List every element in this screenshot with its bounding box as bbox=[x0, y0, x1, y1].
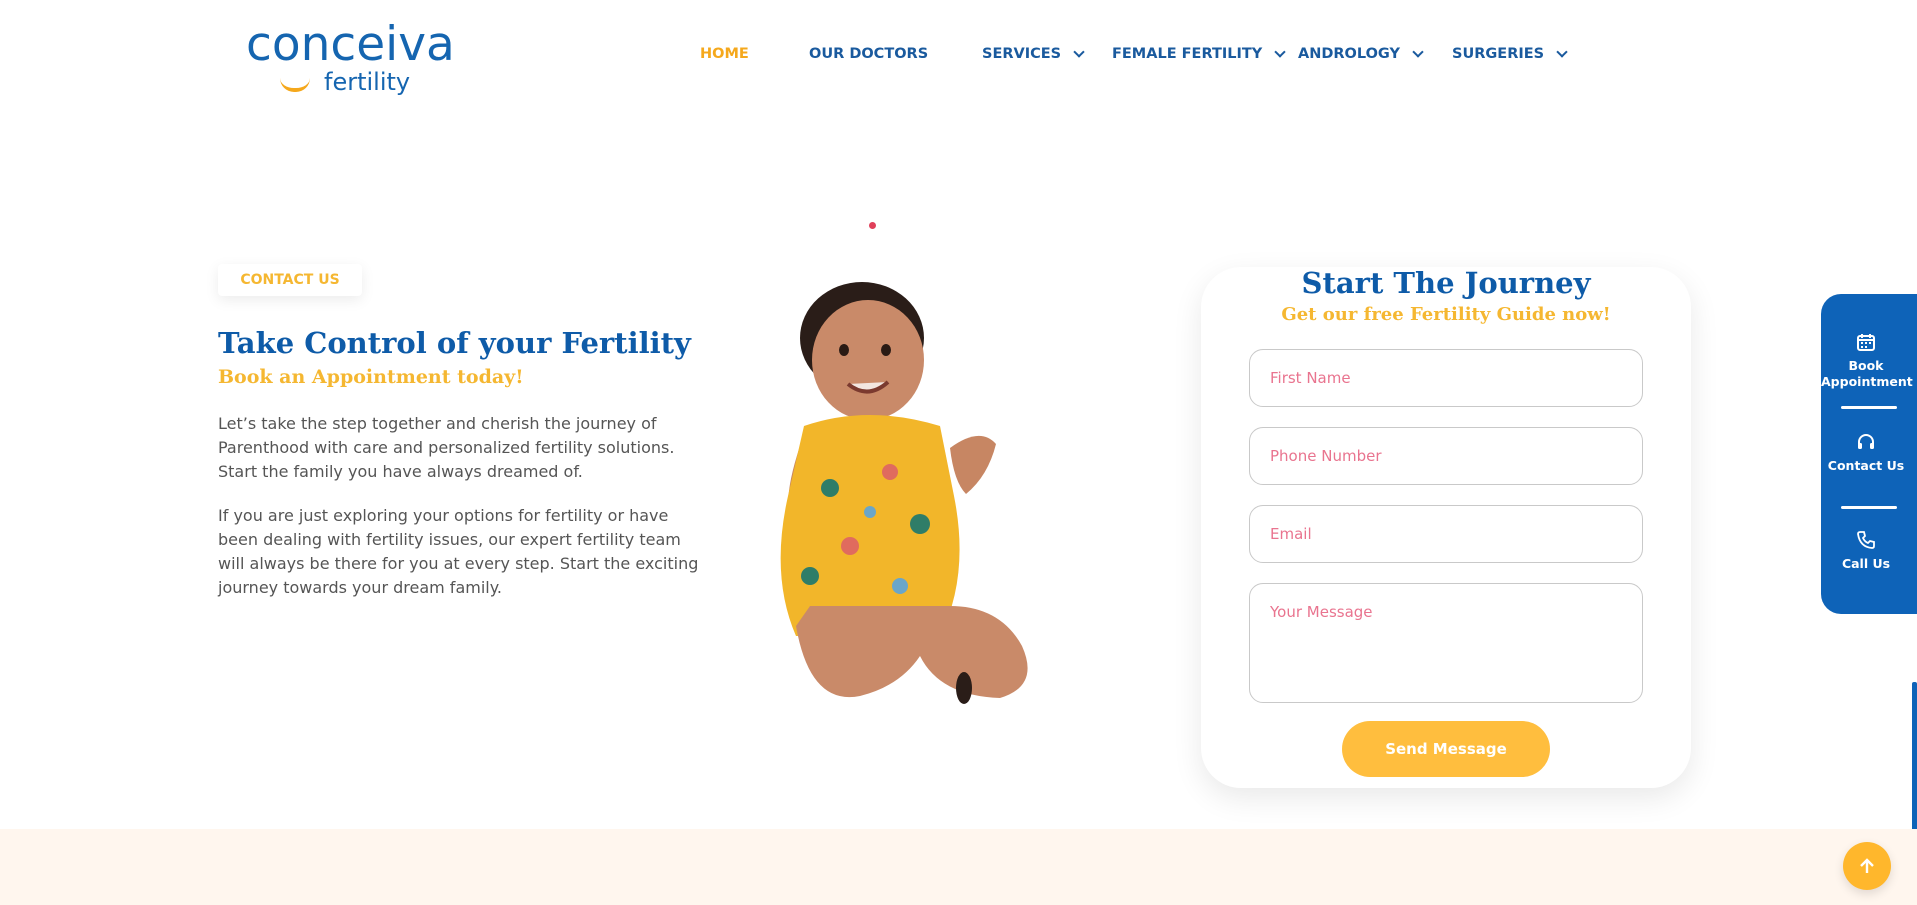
contact-us-button[interactable]: Contact Us bbox=[1821, 432, 1911, 474]
section-heading: Take Control of your Fertility bbox=[218, 326, 691, 360]
chevron-down-icon bbox=[1274, 45, 1286, 58]
panel-divider bbox=[1841, 406, 1897, 409]
phone-icon bbox=[1857, 531, 1875, 549]
email-field[interactable] bbox=[1249, 505, 1643, 563]
support-paragraph: If you are just exploring your options f… bbox=[218, 506, 699, 597]
logo-subtitle: fertility bbox=[324, 68, 411, 96]
nav-surgeries[interactable]: SURGERIES bbox=[1452, 45, 1568, 62]
send-message-button[interactable]: Send Message bbox=[1342, 721, 1550, 777]
nav-services[interactable]: SERVICES bbox=[982, 45, 1085, 62]
phone-number-field[interactable] bbox=[1249, 427, 1643, 485]
headset-icon bbox=[1858, 434, 1874, 449]
next-section-band bbox=[0, 829, 1917, 905]
panel-divider bbox=[1841, 506, 1897, 509]
arrow-up-icon bbox=[1860, 858, 1874, 873]
book-appointment-button[interactable]: Book Appointment bbox=[1821, 332, 1913, 390]
message-field[interactable] bbox=[1249, 583, 1643, 703]
logo-wordmark: conceiva bbox=[246, 17, 455, 72]
chevron-down-icon bbox=[1073, 45, 1085, 58]
logo-smile-mark bbox=[280, 78, 310, 92]
form-title: Start The Journey bbox=[1301, 266, 1591, 300]
intro-paragraph: Let’s take the step together and cherish… bbox=[218, 414, 675, 481]
nav-andrology[interactable]: ANDROLOGY bbox=[1298, 45, 1424, 62]
chevron-down-icon bbox=[1556, 45, 1568, 58]
chevron-down-icon bbox=[1412, 45, 1424, 58]
form-subtitle: Get our free Fertility Guide now! bbox=[1281, 304, 1611, 325]
nav-our-doctors-label: OUR DOCTORS bbox=[809, 46, 929, 62]
nav-female-fertility[interactable]: FEMALE FERTILITY bbox=[1112, 45, 1286, 62]
calendar-icon bbox=[1857, 334, 1875, 351]
nav-our-doctors[interactable]: OUR DOCTORS bbox=[809, 46, 928, 62]
floating-action-panel: Book Appointment Contact Us Call Us bbox=[1821, 294, 1917, 614]
back-to-top-button[interactable] bbox=[1843, 842, 1891, 890]
section-tag: CONTACT US bbox=[218, 264, 362, 296]
nav-home[interactable]: HOME bbox=[700, 46, 749, 62]
nav-surgeries-label: SURGERIES bbox=[1452, 46, 1545, 62]
nav-andrology-label: ANDROLOGY bbox=[1298, 46, 1401, 62]
call-us-label: Call Us bbox=[1841, 556, 1891, 571]
nav-female-fertility-label: FEMALE FERTILITY bbox=[1112, 46, 1263, 62]
call-us-button[interactable]: Call Us bbox=[1821, 530, 1911, 572]
brand-logo[interactable]: conceiva fertility bbox=[246, 18, 486, 98]
baby-photo bbox=[780, 282, 1028, 704]
first-name-field[interactable] bbox=[1249, 349, 1643, 407]
book-appointment-label: Book Appointment bbox=[1821, 358, 1913, 389]
decorative-dot bbox=[869, 222, 876, 229]
section-subheading: Book an Appointment today! bbox=[218, 366, 524, 388]
page-scrollbar[interactable] bbox=[1912, 682, 1917, 832]
nav-home-label: HOME bbox=[700, 46, 749, 62]
nav-services-label: SERVICES bbox=[982, 46, 1062, 62]
contact-us-label: Contact Us bbox=[1827, 458, 1905, 473]
